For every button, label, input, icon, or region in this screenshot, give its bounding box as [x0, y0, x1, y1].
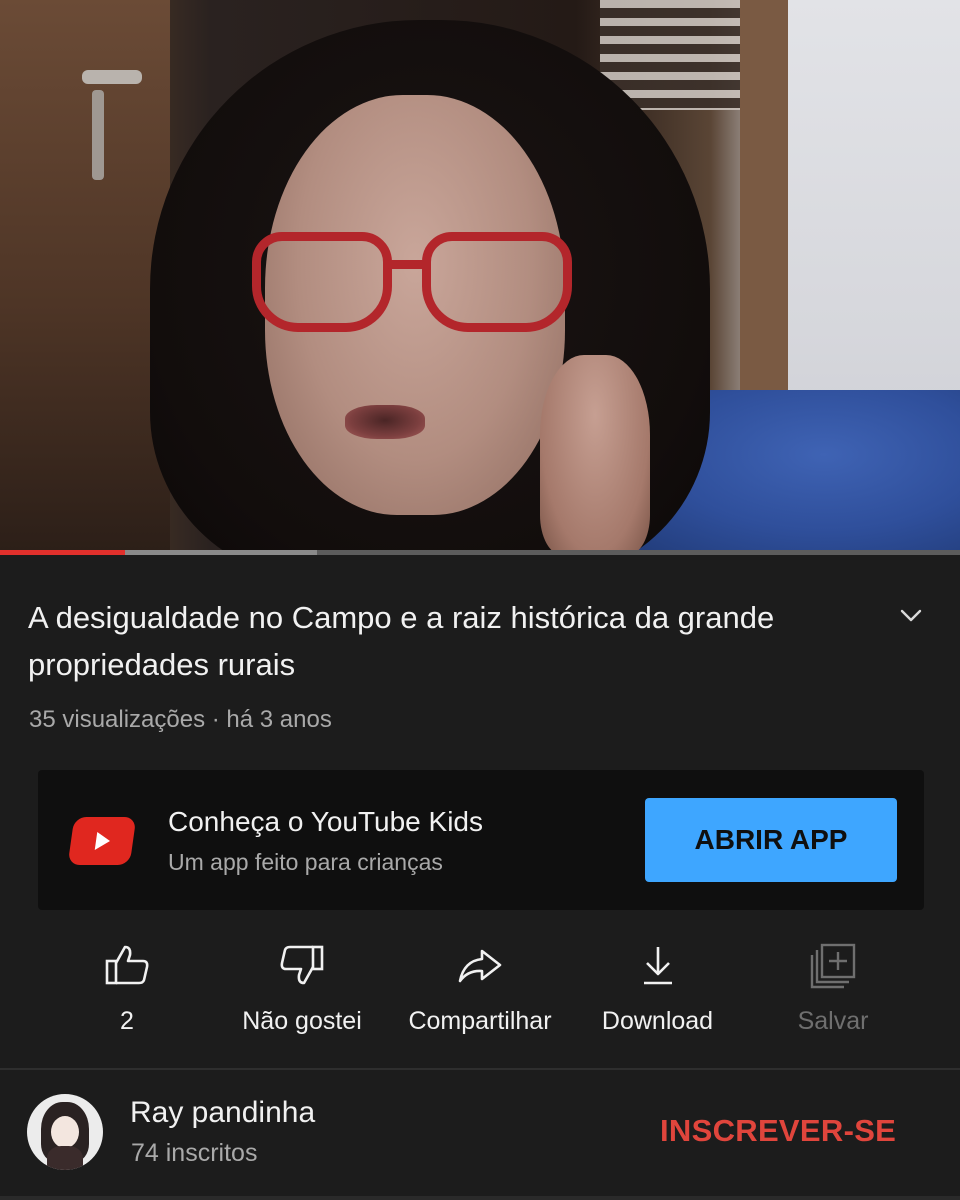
- channel-avatar[interactable]: [27, 1094, 103, 1170]
- share-arrow-icon: [450, 935, 510, 995]
- section-divider: [0, 1068, 960, 1070]
- youtube-kids-logo-icon: [67, 817, 137, 865]
- bottom-divider: [0, 1196, 960, 1200]
- expand-description-button[interactable]: [893, 598, 929, 634]
- download-button[interactable]: Download: [590, 935, 725, 1045]
- action-bar: 2 Não gostei Compartilhar Download Salva…: [0, 935, 960, 1045]
- youtube-kids-promo: Conheça o YouTube Kids Um app feito para…: [38, 770, 924, 910]
- share-button[interactable]: Compartilhar: [395, 935, 565, 1045]
- download-icon: [628, 935, 688, 995]
- like-count: 2: [120, 1007, 134, 1035]
- video-meta: 35 visualizações · há 3 anos: [29, 706, 332, 733]
- video-title[interactable]: A desigualdade no Campo e a raiz históri…: [28, 594, 848, 688]
- share-label: Compartilhar: [408, 1007, 552, 1035]
- subscribe-button[interactable]: INSCREVER-SE: [660, 1113, 896, 1149]
- save-button[interactable]: Salvar: [788, 935, 878, 1045]
- video-frame-door-handle: [82, 70, 142, 84]
- video-frame-mouth: [345, 405, 425, 439]
- video-progress-bar[interactable]: [0, 550, 960, 555]
- open-app-button[interactable]: ABRIR APP: [645, 798, 897, 882]
- video-player[interactable]: [0, 0, 960, 552]
- thumbs-up-icon: [97, 935, 157, 995]
- subscriber-count: 74 inscritos: [131, 1139, 258, 1167]
- add-to-playlist-icon: [803, 935, 863, 995]
- save-label: Salvar: [797, 1007, 869, 1035]
- download-label: Download: [601, 1007, 714, 1035]
- dislike-label: Não gostei: [242, 1007, 362, 1035]
- glasses-lens-left: [252, 232, 392, 332]
- video-frame-doorframe: [740, 0, 788, 420]
- chevron-down-icon: [900, 609, 922, 622]
- glasses-lens-right: [422, 232, 572, 332]
- video-frame-hand: [540, 355, 650, 552]
- thumbs-down-icon: [272, 935, 332, 995]
- channel-name[interactable]: Ray pandinha: [130, 1096, 315, 1130]
- promo-title: Conheça o YouTube Kids: [168, 806, 483, 837]
- promo-subtitle: Um app feito para crianças: [168, 849, 443, 875]
- like-button[interactable]: 2: [97, 935, 157, 1045]
- dislike-button[interactable]: Não gostei: [232, 935, 372, 1045]
- video-frame-glasses: [252, 232, 572, 342]
- avatar-body: [47, 1146, 83, 1170]
- video-frame-door-lock: [92, 90, 104, 180]
- progress-played: [0, 550, 125, 555]
- avatar-face: [51, 1116, 79, 1148]
